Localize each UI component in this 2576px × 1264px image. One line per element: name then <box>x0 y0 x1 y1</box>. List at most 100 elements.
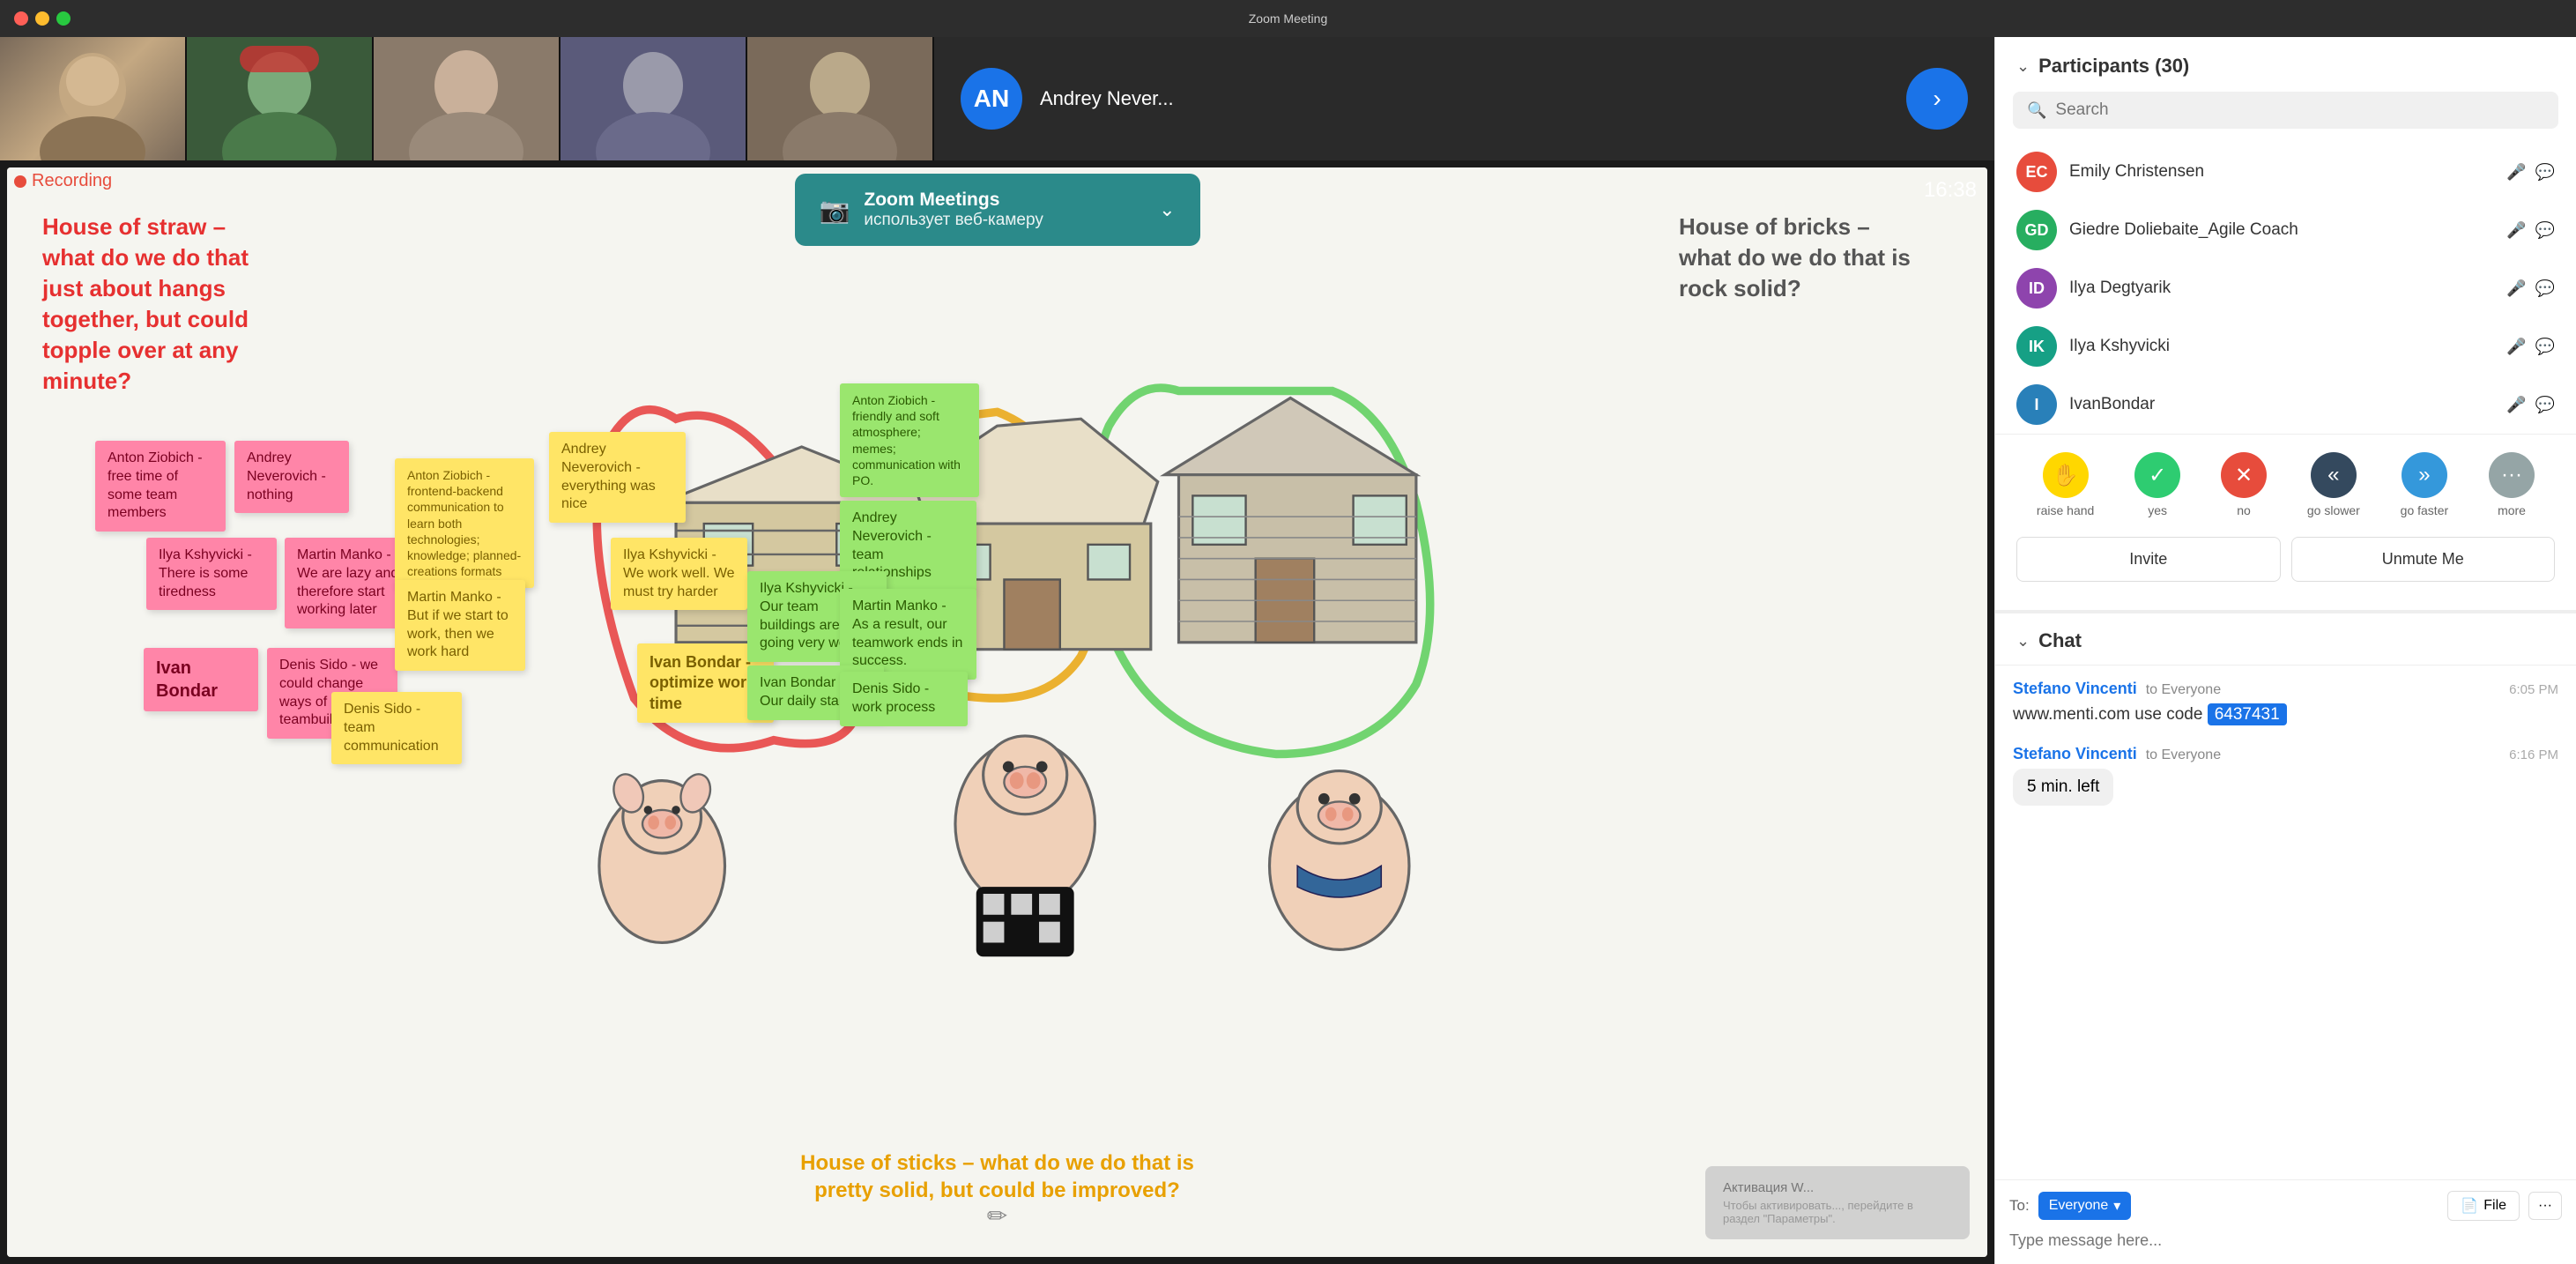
fullscreen-button[interactable] <box>56 11 71 26</box>
participants-header: ⌄ Participants (30) <box>1995 55 2576 92</box>
camera-icon: 📷 <box>820 196 850 225</box>
sticky-note: Ivan Bondar <box>144 648 258 711</box>
chat-message: Stefano Vincenti to Everyone 6:16 PM 5 m… <box>2013 745 2558 806</box>
list-item: EC Emily Christensen 🎤 💬 <box>2002 143 2569 201</box>
participant-list: EC Emily Christensen 🎤 💬 GD Giedre Dolie… <box>1995 143 2576 434</box>
go-faster-icon: » <box>2402 452 2447 498</box>
recording-label: Recording <box>32 171 112 191</box>
yes-icon: ✓ <box>2134 452 2180 498</box>
chevron-down-icon: ▾ <box>2113 1197 2120 1215</box>
thumbnail-3[interactable] <box>374 37 559 160</box>
chat-sender: Stefano Vincenti <box>2013 680 2137 698</box>
thumbnail-5[interactable] <box>747 37 932 160</box>
screen-share-area: House of straw – what do we do that just… <box>7 167 1987 1257</box>
wb-straw-title: House of straw – what do we do that just… <box>42 212 263 398</box>
chat-sender: Stefano Vincenti <box>2013 745 2137 763</box>
chat-to-value: Everyone <box>2049 1198 2109 1214</box>
thumbnail-2[interactable] <box>187 37 372 160</box>
sticky-note: Denis Sido - work process <box>840 672 968 726</box>
chat-message: Stefano Vincenti to Everyone 6:05 PM www… <box>2013 680 2558 727</box>
search-input[interactable] <box>2055 100 2544 120</box>
mute-icon: 🎤 <box>2506 396 2526 414</box>
participant-name: Ilya Degtyarik <box>2069 279 2494 298</box>
participants-title: Participants (30) <box>2038 55 2189 78</box>
chat-icon: 💬 <box>2535 163 2555 182</box>
banner-subtitle: использует веб-камеру <box>864 211 1043 230</box>
avatar: GD <box>2016 210 2057 250</box>
raise-hand-button[interactable]: ✋ raise hand <box>2037 452 2094 517</box>
go-faster-button[interactable]: » go faster <box>2401 452 2448 517</box>
recording-badge: Recording <box>14 171 112 191</box>
avatar: ID <box>2016 268 2057 309</box>
zoom-camera-banner[interactable]: 📷 Zoom Meetings использует веб-камеру ⌄ <box>795 174 1200 246</box>
video-area: AN Andrey Never... › 16:38 Recording 📷 Z… <box>0 37 1994 1264</box>
unmute-me-button[interactable]: Unmute Me <box>2291 537 2556 582</box>
chat-header: ⌄ Chat <box>1995 613 2576 665</box>
no-label: no <box>2237 503 2251 517</box>
thumbnails-row: AN Andrey Never... › <box>0 37 1994 160</box>
sticky-note: Anton Ziobich - friendly and soft atmosp… <box>840 383 979 497</box>
thumbnail-4[interactable] <box>560 37 746 160</box>
participant-name: Giedre Doliebaite_Agile Coach <box>2069 220 2494 240</box>
reactions-row: ✋ raise hand ✓ yes ✕ no « go slower » <box>1995 434 2576 526</box>
chat-footer: To: Everyone ▾ 📄 File ··· <box>1995 1179 2576 1264</box>
file-button[interactable]: 📄 File <box>2447 1191 2520 1221</box>
avatar: I <box>2016 384 2057 425</box>
chat-chevron-icon[interactable]: ⌄ <box>2016 632 2030 651</box>
sticky-note: Anton Ziobich - frontend-backend communi… <box>395 458 534 588</box>
chat-more-button[interactable]: ··· <box>2528 1192 2562 1220</box>
raise-hand-icon: ✋ <box>2043 452 2089 498</box>
thumbnail-1[interactable] <box>0 37 185 160</box>
chat-code: 6437431 <box>2208 703 2287 725</box>
mute-icon: 🎤 <box>2506 279 2526 298</box>
minimize-button[interactable] <box>35 11 49 26</box>
chat-input[interactable] <box>2009 1228 2562 1253</box>
sticky-note: Andrey Neverovich - everything was nice <box>549 432 686 523</box>
chat-to-select[interactable]: Everyone ▾ <box>2038 1192 2132 1220</box>
participants-chevron-icon[interactable]: ⌄ <box>2016 57 2030 76</box>
search-bar[interactable]: 🔍 <box>2013 92 2558 129</box>
participant-name: Emily Christensen <box>2069 162 2494 182</box>
go-slower-button[interactable]: « go slower <box>2307 452 2360 517</box>
named-participant-area: AN Andrey Never... › <box>934 37 1994 160</box>
pen-cursor-icon: ✏ <box>987 1201 1007 1231</box>
more-icon: ··· <box>2489 452 2535 498</box>
invite-button[interactable]: Invite <box>2016 537 2281 582</box>
file-label: File <box>2483 1198 2506 1214</box>
no-button[interactable]: ✕ no <box>2221 452 2267 517</box>
participants-section: ⌄ Participants (30) 🔍 EC Emily Christens… <box>1995 37 2576 610</box>
list-item: IK Ilya Kshyvicki 🎤 💬 <box>2002 317 2569 375</box>
mute-icon: 🎤 <box>2506 221 2526 240</box>
raise-hand-label: raise hand <box>2037 503 2094 517</box>
named-participant-avatar: AN <box>961 68 1022 130</box>
chat-icon: 💬 <box>2535 338 2555 356</box>
go-slower-label: go slower <box>2307 503 2360 517</box>
yes-label: yes <box>2148 503 2167 517</box>
activation-watermark: Активация W... Чтобы активировать..., пе… <box>1705 1166 1970 1239</box>
more-reactions-button[interactable]: ··· more <box>2489 452 2535 517</box>
named-participant-name: Andrey Never... <box>1040 87 1174 110</box>
wb-sticks-title: House of sticks – what do we do that is … <box>786 1149 1209 1204</box>
more-label: more <box>2498 503 2526 517</box>
next-participants-button[interactable]: › <box>1906 68 1968 130</box>
wb-bricks-title: House of bricks – what do we do that is … <box>1679 212 1926 304</box>
avatar: IK <box>2016 326 2057 367</box>
sticky-note: Ilya Kshyvicki - We work well. We must t… <box>611 538 747 610</box>
sticky-note: Denis Sido - team communication <box>331 692 462 764</box>
traffic-lights <box>14 11 71 26</box>
go-slower-icon: « <box>2311 452 2357 498</box>
chat-messages: Stefano Vincenti to Everyone 6:05 PM www… <box>1995 665 2576 1179</box>
sticky-note: Anton Ziobich - free time of some team m… <box>95 441 226 532</box>
chat-recipient: to Everyone <box>2146 747 2221 763</box>
chat-section: ⌄ Chat Stefano Vincenti to Everyone 6:05… <box>1995 610 2576 1264</box>
chat-icon: 💬 <box>2535 396 2555 414</box>
banner-title: Zoom Meetings <box>864 190 1043 211</box>
time-display: 16:38 <box>1924 178 1977 203</box>
sticky-note: Ilya Kshyvicki - There is some tiredness <box>146 538 277 610</box>
list-item: I IvanBondar 🎤 💬 <box>2002 375 2569 434</box>
chat-body: www.menti.com use code 6437431 <box>2013 703 2558 727</box>
yes-button[interactable]: ✓ yes <box>2134 452 2180 517</box>
chat-body: 5 min. left <box>2013 769 2113 806</box>
mute-icon: 🎤 <box>2506 338 2526 356</box>
close-button[interactable] <box>14 11 28 26</box>
